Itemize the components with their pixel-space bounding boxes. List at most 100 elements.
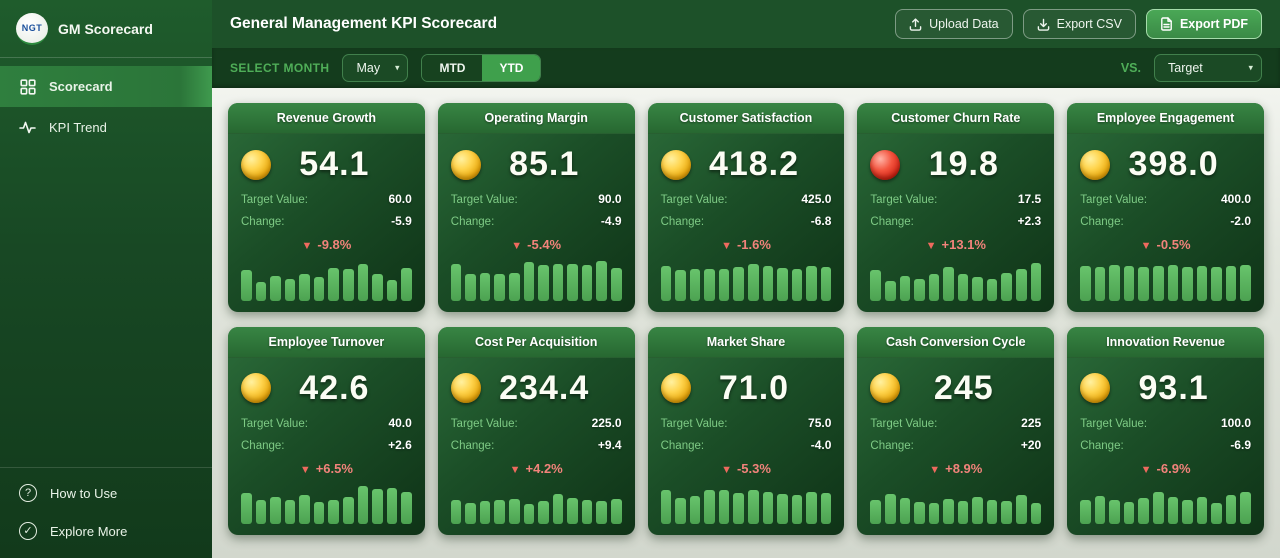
ytd-toggle-button[interactable]: YTD [482,55,541,81]
change-value: +20 [1020,437,1042,452]
sidebar: NGT GM Scorecard Scorecard KPI Trend ? H… [0,0,212,558]
kpi-card-top: 245 [870,369,1041,408]
kpi-card: Cost Per Acquisition 234.4 Target Value:… [437,326,635,535]
spark-bar [494,274,506,301]
status-dot [241,373,271,403]
change-value: +2.6 [388,437,412,452]
spark-bar [610,267,622,301]
spark-bar [718,490,730,524]
spark-bar [401,267,412,301]
spark-bar [284,278,296,301]
change-value: -4.9 [600,214,622,228]
sidebar-item-scorecard[interactable]: Scorecard [0,66,212,107]
spark-bar [270,497,281,524]
change-label: Change: [870,439,914,452]
change-row: Change: -5.9 [241,214,412,228]
spark-bar [1030,262,1042,301]
change-label: Change: [660,216,705,228]
spark-bar [914,502,925,524]
delta-percent: +4.2% [525,460,563,476]
spark-bar [270,276,281,301]
delta: ▼ -6.9% [1080,461,1251,476]
export-csv-button[interactable]: Export CSV [1022,9,1136,39]
spark-bar [777,267,788,301]
spark-bar [1109,265,1120,301]
page-title: General Management KPI Scorecard [230,15,498,32]
delta-percent: -9.8% [317,237,352,252]
spark-bar [957,501,969,524]
spark-bar [1240,492,1251,524]
target-value: 425.0 [801,192,832,206]
check-circle-icon: ✓ [19,522,37,540]
spark-bar [1123,266,1135,301]
sidebar-footer: ? How to Use ✓ Explore More [0,467,212,558]
upload-data-button[interactable]: Upload Data [895,9,1013,39]
explore-more-link[interactable]: ✓ Explore More [0,512,212,550]
target-label: Target Value: [870,417,938,430]
change-row: Change: +20 [870,438,1041,452]
kpi-value: 19.8 [928,145,999,183]
delta: ▼ -1.6% [661,237,832,252]
sparkline [450,482,622,524]
spark-bar [523,503,535,524]
target-value: 75.0 [808,415,832,430]
target-row: Target Value: 60.0 [241,192,412,206]
vs-select[interactable]: Target [1154,54,1262,82]
spark-bar [675,270,686,301]
change-label: Change: [1080,216,1124,228]
kpi-value: 71.0 [718,368,790,407]
sidebar-item-kpi-trend[interactable]: KPI Trend [0,107,212,148]
spark-bar [806,266,817,301]
delta-percent: +13.1% [941,237,986,252]
spark-bar [704,269,715,301]
change-value: -6.8 [810,214,832,228]
kpi-card-title: Customer Churn Rate [857,103,1055,134]
mtd-toggle-button[interactable]: MTD [422,55,483,81]
kpi-card-title: Innovation Revenue [1067,326,1264,358]
spark-bar [567,264,578,301]
how-to-use-link[interactable]: ? How to Use [0,474,212,512]
spark-bar [342,497,354,524]
sidebar-item-label: KPI Trend [49,120,107,135]
kpi-card: Employee Turnover 42.6 Target Value: 40.… [228,326,425,536]
target-label: Target Value: [1080,417,1148,430]
kpi-card-body: 418.2 Target Value: 425.0 Change: -6.8 ▼… [648,134,845,312]
spark-bar [450,263,462,301]
export-csv-label: Export CSV [1056,17,1122,31]
export-pdf-button[interactable]: Export PDF [1145,9,1262,39]
kpi-card-title: Employee Engagement [1067,103,1264,134]
spark-bar [1211,503,1222,524]
spark-bar [1153,266,1164,301]
status-dot [1080,373,1111,403]
spark-bar [552,493,564,524]
sidebar-item-label: Scorecard [49,79,113,94]
spark-bar [450,500,462,524]
spark-bar [660,490,672,524]
month-select[interactable]: May [342,54,409,82]
kpi-card-body: 245 Target Value: 225 Change: +20 ▼ +8.9% [857,358,1054,536]
kpi-card-top: 93.1 [1080,369,1251,408]
target-row: Target Value: 225.0 [451,416,622,430]
spark-bar [581,265,593,301]
target-label: Target Value: [660,194,728,206]
spark-bar [1167,265,1179,301]
kpi-card-body: 42.6 Target Value: 40.0 Change: +2.6 ▼ +6… [228,358,425,536]
spark-bar [791,494,803,524]
card-grid: Revenue Growth 54.1 Target Value: 60.0 C… [228,103,1264,535]
spark-bar [928,274,940,301]
vs-label: VS. [1120,61,1141,75]
target-value: 400.0 [1220,192,1251,206]
status-dot [870,373,901,403]
spark-bar [870,500,881,524]
spark-bar [255,281,267,301]
kpi-card-body: 398.0 Target Value: 400.0 Change: -2.0 ▼… [1067,134,1264,312]
spark-bar [884,493,896,524]
spark-bar [1182,266,1193,301]
change-value: +2.3 [1017,214,1042,228]
period-toggle: MTD YTD [421,54,542,82]
spark-bar [943,498,954,524]
change-row: Change: -4.9 [451,214,622,228]
change-row: Change: +2.3 [870,214,1041,228]
spark-bar [538,265,549,301]
kpi-card-title: Revenue Growth [228,103,425,134]
